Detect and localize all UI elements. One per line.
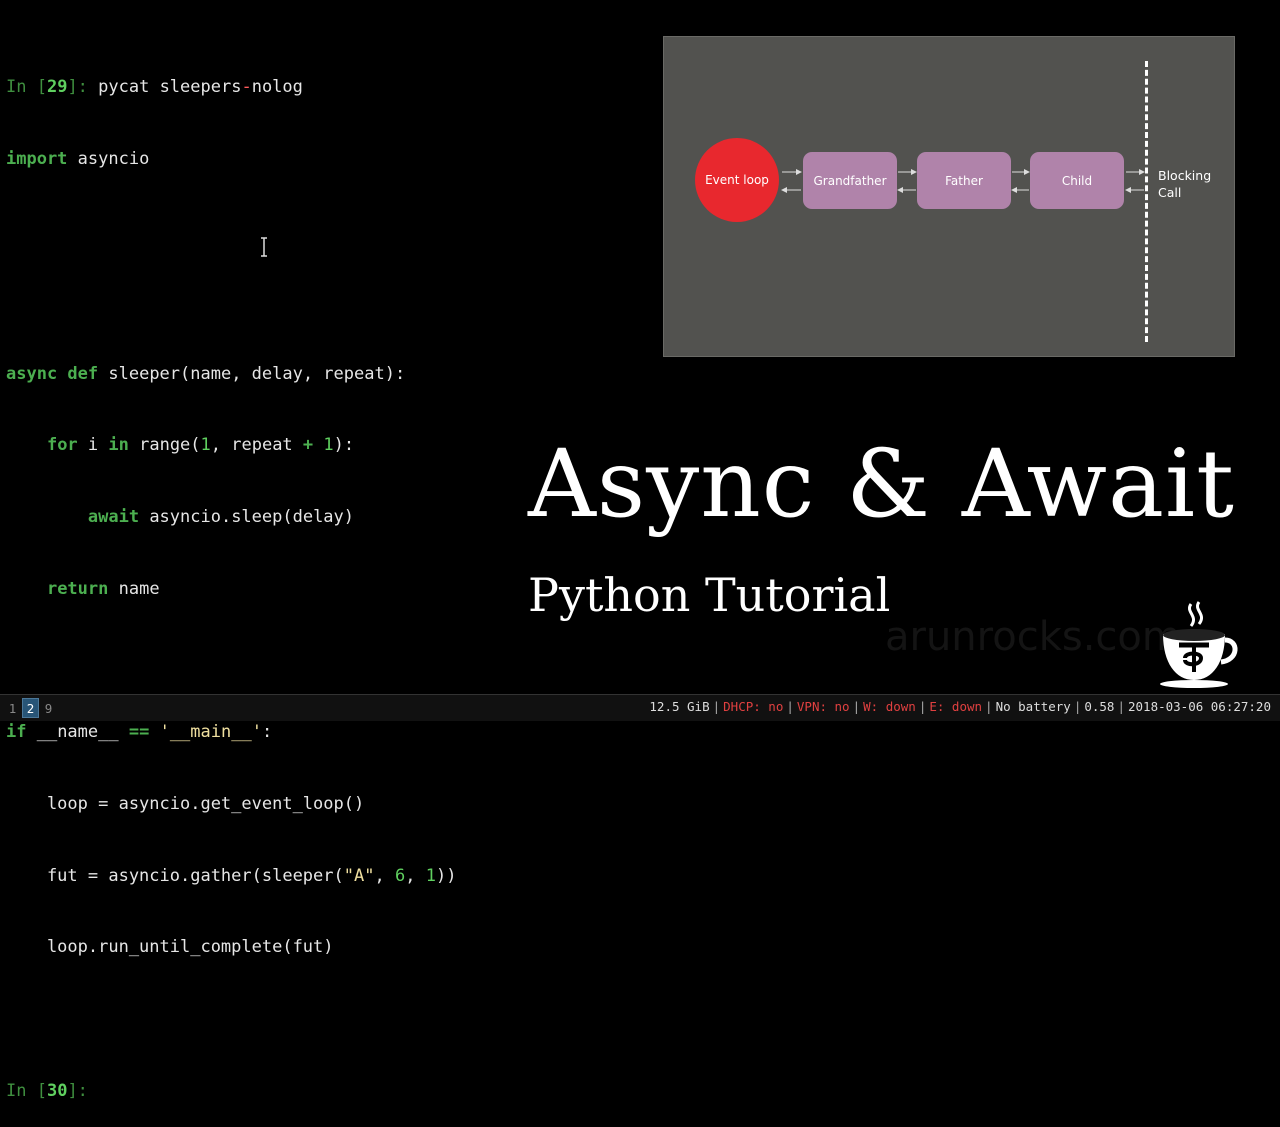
command-text: pycat sleepers (87, 76, 242, 97)
code-text: : (261, 722, 273, 743)
code-line-import: import asyncio (6, 148, 456, 172)
code-line-run: loop.run_until_complete(fut) (6, 936, 456, 960)
clock: 2018-03-06 06:27:20 (1128, 699, 1271, 714)
load-average: 0.58 (1084, 699, 1115, 714)
frame-child: Child (1030, 152, 1124, 209)
prompt-suffix: ]: (67, 1080, 88, 1101)
prompt-prefix: In [ (6, 76, 47, 97)
code-line-return: return name (6, 578, 456, 602)
status-indicators: 12.5 GiB | DHCP: no | VPN: no | W: down | E:… (646, 699, 1274, 714)
keyword: for (46, 435, 78, 456)
code-text: ): (333, 435, 355, 456)
code-text: , (374, 865, 395, 886)
string-literal: "A" (343, 865, 375, 886)
code-text: , (405, 865, 426, 886)
terminal[interactable]: In [29]: pycat sleepers-nolog import asy… (6, 28, 456, 1127)
blocking-call-label: Blocking Call (1158, 167, 1211, 201)
code-text: sleeper(name, delay, repeat): (98, 363, 406, 384)
code-text: loop.run_until_complete(fut) (6, 937, 334, 958)
code-line-for: for i in range(1, repeat + 1): (6, 434, 456, 458)
prompt-number: 30 (46, 1080, 68, 1101)
code-text: )) (435, 865, 457, 886)
prompt-number: 29 (46, 76, 68, 97)
code-text: range( (128, 435, 201, 456)
code-text: name (108, 578, 160, 599)
call-stack-diagram: Event loop Grandfather Father Child Bloc… (663, 36, 1235, 357)
input-prompt-30[interactable]: In [30]: (6, 1080, 456, 1104)
string-literal: '__main__' (159, 722, 262, 743)
number-literal: 6 (394, 865, 406, 886)
input-prompt-29: In [29]: pycat sleepers-nolog (6, 76, 456, 100)
number-literal: 1 (200, 435, 211, 456)
operator: + (302, 435, 314, 456)
workspace-button-1[interactable]: 1 (4, 698, 21, 718)
keyword: if (6, 722, 27, 743)
command-rest: nolog (251, 76, 303, 97)
blocking-call-divider (1145, 61, 1148, 342)
teacup-logo-icon (1160, 601, 1238, 688)
code-text: asyncio (67, 148, 150, 169)
code-text: , repeat (210, 435, 303, 456)
keyword: def (57, 363, 99, 384)
vpn-status: VPN: no (796, 699, 850, 714)
keyword: return (46, 578, 109, 599)
prompt-prefix: In [ (6, 1080, 47, 1101)
code-text: asyncio.sleep(delay) (139, 507, 355, 528)
code-line-if-main: if __name__ == '__main__': (6, 721, 456, 745)
blocking-label-line2: Call (1158, 185, 1182, 200)
blocking-label-line1: Blocking (1158, 168, 1212, 183)
command-dash: - (241, 76, 252, 97)
code-text: __name__ (26, 722, 129, 743)
status-bar: 1 2 9 12.5 GiB | DHCP: no | VPN: no | W: do… (0, 694, 1280, 721)
code-line-def: async def sleeper(name, delay, repeat): (6, 363, 456, 387)
number-literal: 1 (323, 435, 334, 456)
text-cursor-icon (261, 237, 267, 257)
code-text: loop = asyncio.get_event_loop() (6, 793, 365, 814)
battery-status: No battery (995, 699, 1071, 714)
wifi-status: W: down (863, 699, 916, 714)
keyword: in (108, 435, 129, 456)
dhcp-status: DHCP: no (723, 699, 784, 714)
video-title: Async & Await (528, 430, 1235, 539)
watermark: arunrocks.com (885, 614, 1181, 660)
frame-grandfather: Grandfather (803, 152, 897, 209)
code-line-loop: loop = asyncio.get_event_loop() (6, 793, 456, 817)
keyword: import (6, 148, 68, 169)
code-line-gather: fut = asyncio.gather(sleeper("A", 6, 1)) (6, 865, 457, 889)
memory-status: 12.5 GiB (649, 699, 710, 714)
code-text: i (77, 435, 109, 456)
event-loop-node: Event loop (695, 138, 779, 222)
operator: == (128, 722, 150, 743)
code-line-await: await asyncio.sleep(delay) (6, 506, 456, 530)
number-literal: 1 (425, 865, 436, 886)
video-subtitle: Python Tutorial (528, 568, 891, 622)
keyword: await (87, 507, 140, 528)
workspace-button-2[interactable]: 2 (22, 698, 39, 718)
ethernet-status: E: down (929, 699, 983, 714)
keyword: async (6, 363, 58, 384)
frame-father: Father (917, 152, 1011, 209)
workspace-button-9[interactable]: 9 (40, 698, 57, 718)
code-text: fut = asyncio.gather(sleeper( (6, 865, 344, 886)
prompt-suffix: ]: (67, 76, 88, 97)
